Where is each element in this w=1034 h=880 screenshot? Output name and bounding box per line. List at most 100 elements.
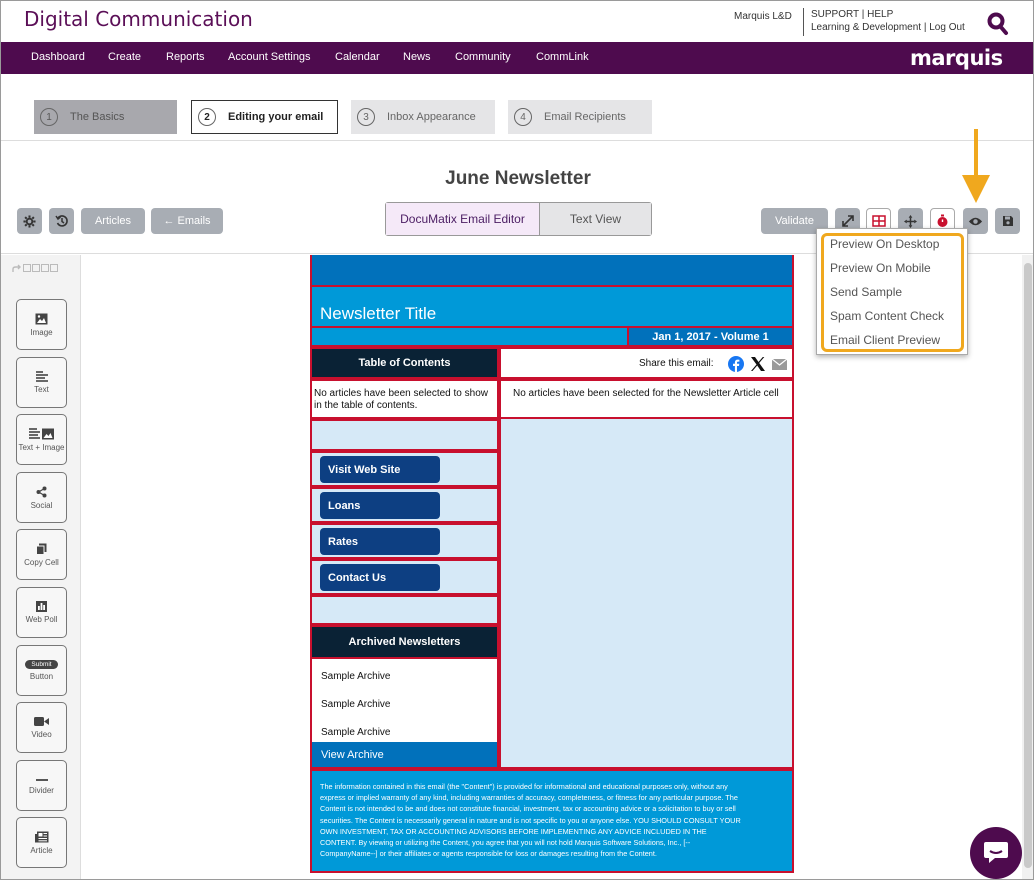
tool-divider[interactable]: Divider: [16, 760, 67, 811]
archive-item[interactable]: Sample Archive: [321, 671, 390, 682]
tool-label: Text: [34, 385, 49, 394]
tool-text[interactable]: Text: [16, 357, 67, 408]
archive-header[interactable]: Archived Newsletters: [310, 625, 499, 659]
toc-header[interactable]: Table of Contents: [310, 347, 499, 379]
palette-box-icon[interactable]: [23, 264, 31, 272]
disclaimer-line: express or implied warranty of any kind,…: [320, 793, 738, 803]
x-twitter-icon[interactable]: [750, 356, 766, 372]
tool-image[interactable]: Image: [16, 299, 67, 350]
save-button[interactable]: [995, 208, 1020, 234]
support-link[interactable]: SUPPORT: [811, 9, 859, 20]
preview-mobile-item[interactable]: Preview On Mobile: [830, 261, 931, 275]
history-icon: [54, 215, 68, 227]
rates-button[interactable]: Rates: [320, 528, 440, 555]
facebook-icon[interactable]: [728, 356, 744, 372]
save-icon: [1002, 216, 1013, 226]
send-sample-item[interactable]: Send Sample: [830, 285, 902, 299]
newspaper-icon: [34, 831, 48, 842]
divider-icon: [35, 778, 48, 781]
tool-label: Divider: [29, 785, 54, 795]
palette-box-icon[interactable]: [32, 264, 40, 272]
spacer-cell[interactable]: [310, 595, 499, 625]
contact-us-button[interactable]: Contact Us: [320, 564, 440, 591]
tool-social[interactable]: Social: [16, 472, 67, 523]
link-cell: Loans: [310, 487, 499, 523]
email-share-icon[interactable]: [772, 359, 787, 370]
disclaimer-line: The information contained in this email …: [320, 782, 728, 791]
nav-community[interactable]: Community: [455, 51, 511, 63]
settings-button[interactable]: [17, 208, 42, 234]
loans-button[interactable]: Loans: [320, 492, 440, 519]
logout-link[interactable]: Log Out: [929, 22, 965, 33]
disclaimer-line: Content is not intended to be and does n…: [320, 804, 736, 814]
help-link[interactable]: HELP: [867, 9, 893, 20]
toc-body[interactable]: No articles have been selected to show i…: [310, 379, 499, 419]
spam-check-item[interactable]: Spam Content Check: [830, 309, 944, 323]
tool-video[interactable]: Video: [16, 702, 67, 753]
nav-commlink[interactable]: CommLink: [536, 51, 589, 63]
date-volume[interactable]: Jan 1, 2017 - Volume 1: [627, 326, 794, 347]
step-the-basics[interactable]: 1 The Basics: [34, 100, 177, 134]
step-editing-your-email[interactable]: 2 Editing your email: [191, 100, 338, 134]
step-label: The Basics: [70, 111, 125, 123]
top-header: Digital Communication Marquis L&D SUPPOR…: [1, 1, 1033, 42]
copy-icon: [36, 543, 47, 555]
tool-web-poll[interactable]: Web Poll: [16, 587, 67, 638]
article-cell[interactable]: No articles have been selected for the N…: [499, 379, 794, 419]
scrollbar-thumb[interactable]: [1024, 263, 1032, 868]
tool-label: Button: [29, 672, 54, 681]
submit-badge-icon: Submit: [25, 660, 58, 669]
step-number: 1: [40, 108, 58, 126]
archive-item[interactable]: Sample Archive: [321, 727, 390, 738]
archive-item[interactable]: Sample Archive: [321, 699, 390, 710]
nav-dashboard[interactable]: Dashboard: [31, 51, 85, 63]
header-links: SUPPORT | HELP Learning & Development | …: [811, 9, 965, 33]
tool-label: Image: [30, 327, 53, 337]
image-icon: [35, 313, 48, 324]
history-button[interactable]: [49, 208, 74, 234]
preview-desktop-item[interactable]: Preview On Desktop: [830, 237, 939, 251]
app-title: Digital Communication: [24, 7, 253, 31]
tab-documatix-editor[interactable]: DocuMatix Email Editor: [386, 203, 540, 235]
step-label: Inbox Appearance: [387, 111, 476, 123]
disclaimer-line: securities. The Content is necessarily g…: [320, 815, 741, 825]
view-archive-link[interactable]: View Archive: [310, 742, 499, 769]
disclaimer-footer[interactable]: The information contained in this email …: [310, 769, 794, 873]
newsletter-title[interactable]: Newsletter Title: [310, 287, 794, 328]
emails-button[interactable]: ← Emails: [151, 208, 223, 234]
arrow-annotation-icon: [962, 129, 990, 203]
share-cell[interactable]: Share this email:: [499, 347, 794, 379]
tool-copy-cell[interactable]: Copy Cell: [16, 529, 67, 580]
nav-reports[interactable]: Reports: [166, 51, 205, 63]
tool-label: Copy Cell: [24, 557, 59, 567]
step-email-recipients[interactable]: 4 Email Recipients: [508, 100, 652, 134]
tab-text-view[interactable]: Text View: [540, 203, 651, 235]
spacer-cell[interactable]: [310, 419, 499, 451]
email-client-preview-item[interactable]: Email Client Preview: [830, 333, 940, 347]
search-icon[interactable]: [987, 12, 1009, 36]
tool-text-image[interactable]: Text + Image: [16, 414, 67, 465]
disclaimer-line: OWN INVESTMENT, TAX OR ACCOUNTING ADVISO…: [320, 826, 707, 836]
nav-news[interactable]: News: [403, 51, 431, 63]
tool-article[interactable]: Article: [16, 817, 67, 868]
redo-icon[interactable]: [12, 264, 22, 273]
tool-label: Text + Image: [18, 442, 65, 452]
poll-icon: [36, 601, 47, 612]
content-palette: Image Text Text + Image Social Copy Cell…: [1, 255, 81, 879]
chat-button[interactable]: [970, 827, 1022, 879]
tool-button[interactable]: Submit Button: [16, 645, 67, 696]
visit-website-button[interactable]: Visit Web Site: [320, 456, 440, 483]
palette-box-icon[interactable]: [41, 264, 49, 272]
stopwatch-icon: [937, 214, 948, 227]
tool-label: Web Poll: [25, 615, 58, 624]
nav-calendar[interactable]: Calendar: [335, 51, 380, 63]
nav-create[interactable]: Create: [108, 51, 141, 63]
articles-button[interactable]: Articles: [81, 208, 145, 234]
email-header-band[interactable]: [310, 255, 794, 287]
disclaimer-line: CompanyName--] or their affiliates or ag…: [320, 849, 657, 859]
link-cell: Contact Us: [310, 559, 499, 595]
step-inbox-appearance[interactable]: 3 Inbox Appearance: [351, 100, 495, 134]
link-cell: Visit Web Site: [310, 451, 499, 487]
palette-box-icon[interactable]: [50, 264, 58, 272]
nav-account-settings[interactable]: Account Settings: [228, 51, 311, 63]
